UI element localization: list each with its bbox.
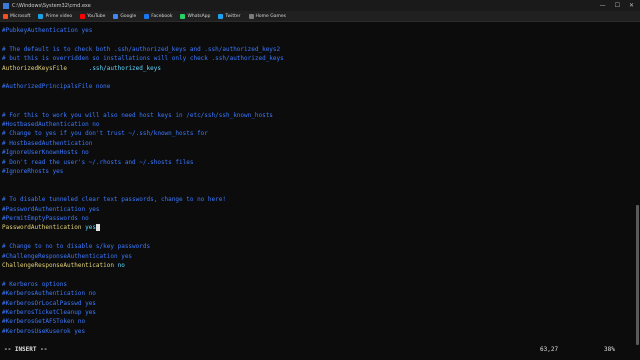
comment-text: # Don't read the user's ~/.rhosts and ~/… [2, 158, 194, 166]
code-line: # The default is to check both .ssh/auth… [2, 46, 280, 54]
config-value: no [113, 262, 125, 269]
comment-text: #KerberosGetAFSToken no [2, 318, 86, 326]
status-bar: -- INSERT -- 63,27 38% [0, 345, 640, 355]
code-line: PasswordAuthentication yes [2, 224, 100, 232]
code-line: # HostbasedAuthentication [2, 140, 92, 148]
bookmark-item[interactable]: WhatsApp [177, 12, 213, 20]
bookmark-favicon-icon [248, 13, 254, 19]
minimize-button[interactable]: — [600, 2, 606, 9]
comment-text: # Change to yes if you don't trust ~/.ss… [2, 130, 208, 138]
bookmark-item[interactable]: Facebook [141, 12, 175, 20]
comment-text: #KerberosTicketCleanup yes [2, 309, 96, 316]
comment-text: # HostbasedAuthentication [2, 139, 93, 147]
bookmark-label: Microsoft [10, 13, 31, 19]
maximize-button[interactable]: ☐ [615, 2, 620, 9]
code-line: # but this is overridden so installation… [2, 55, 284, 63]
bookmark-label: Google [120, 13, 137, 19]
bookmark-favicon-icon [80, 13, 86, 19]
bookmark-item[interactable]: YouTube [77, 12, 108, 20]
comment-text: #HostbasedAuthentication no [2, 121, 100, 128]
bookmarks-bar: Microsoft Prime video YouTube Google Faceboo… [0, 11, 640, 22]
bookmark-label: Facebook [151, 13, 173, 19]
code-line: #KerberosAuthentication no [2, 290, 96, 298]
config-value: .ssh/authorized_keys [67, 64, 161, 72]
code-line: #ChallengeResponseAuthentication yes [2, 253, 132, 261]
cursor-position: 63,27 [540, 346, 559, 353]
comment-text: # To disable tunneled clear text passwor… [2, 196, 226, 204]
bookmark-label: WhatsApp [187, 13, 211, 19]
mode-indicator: -- INSERT -- [4, 346, 48, 353]
bookmark-favicon-icon [38, 13, 44, 19]
code-line: #IgnoreRhosts yes [2, 168, 63, 176]
terminal-icon [3, 2, 9, 9]
code-line: #PubkeyAuthentication yes [2, 27, 92, 35]
bookmark-label: Twitter [225, 13, 241, 19]
bookmark-item[interactable]: Google [110, 12, 139, 20]
comment-text: # Change to no to disable s/key password… [2, 243, 151, 251]
close-button[interactable]: ✕ [629, 2, 634, 9]
window-controls: — ☐ ✕ [600, 2, 634, 9]
code-line: #AuthorizedPrincipalsFile none [2, 83, 110, 91]
comment-text: #KerberosAuthentication no [2, 290, 96, 298]
comment-text: #KerberosUseKuserok yes [2, 327, 86, 335]
comment-text: # Kerberos options [2, 280, 68, 288]
config-key: AuthorizedKeysFile [2, 64, 68, 72]
bookmark-favicon-icon [180, 13, 186, 19]
code-line: #PermitEmptyPasswords no [2, 215, 89, 223]
comment-text: #PubkeyAuthentication yes [2, 27, 93, 34]
code-line: # Kerberos options [2, 281, 67, 289]
code-line: #HostbasedAuthentication no [2, 121, 100, 129]
code-line: #KerberosTicketCleanup yes [2, 309, 96, 317]
comment-text: #IgnoreUserKnownHosts no [2, 149, 89, 157]
comment-text: # but this is overridden so installation… [2, 55, 284, 63]
code-line: AuthorizedKeysFile .ssh/authorized_keys [2, 65, 161, 73]
code-line: #KerberosGetAFSToken no [2, 318, 85, 326]
code-line: # Change to no to disable s/key password… [2, 243, 150, 251]
bookmark-favicon-icon [144, 13, 150, 19]
bookmark-item[interactable]: Home Games [246, 12, 289, 20]
bookmark-favicon-icon [113, 13, 119, 19]
comment-text: # The default is to check both .ssh/auth… [2, 45, 281, 53]
bookmark-label: Prime video [45, 13, 73, 19]
comment-text: #IgnoreRhosts yes [2, 168, 64, 175]
bookmark-item[interactable]: Microsoft [0, 12, 33, 20]
scrollbar[interactable] [636, 205, 639, 345]
comment-text: #PasswordAuthentication yes [2, 205, 100, 213]
bookmark-item[interactable]: Twitter [215, 12, 243, 20]
comment-text: # For this to work you will also need ho… [2, 111, 273, 119]
comment-text: #ChallengeResponseAuthentication yes [2, 252, 133, 260]
window-title: C:\Windows\System32\cmd.exe [12, 2, 91, 9]
code-line: ChallengeResponseAuthentication no [2, 262, 125, 270]
code-line: # Don't read the user's ~/.rhosts and ~/… [2, 159, 193, 167]
bookmark-label: YouTube [87, 13, 106, 19]
code-line: # Change to yes if you don't trust ~/.ss… [2, 130, 208, 138]
text-cursor [95, 224, 100, 232]
code-line: #KerberosOrLocalPasswd yes [2, 300, 96, 308]
code-line: #PasswordAuthentication yes [2, 206, 100, 214]
config-value: yes [81, 224, 96, 232]
bookmark-favicon-icon [218, 13, 224, 19]
comment-text: #PermitEmptyPasswords no [2, 215, 89, 222]
title-bar: C:\Windows\System32\cmd.exe — ☐ ✕ [0, 0, 640, 11]
code-line: # For this to work you will also need ho… [2, 112, 273, 120]
bookmark-label: Home Games [255, 13, 286, 19]
comment-text: #KerberosOrLocalPasswd yes [2, 299, 96, 307]
bookmark-favicon-icon [3, 13, 8, 19]
scroll-percent: 38% [604, 346, 615, 353]
config-key: ChallengeResponseAuthentication [2, 262, 114, 269]
code-line: #IgnoreUserKnownHosts no [2, 149, 89, 157]
code-line: #KerberosUseKuserok yes [2, 328, 85, 336]
config-key: PasswordAuthentication [2, 224, 82, 232]
vim-editor[interactable]: #PubkeyAuthentication yes # The default i… [0, 23, 640, 345]
code-line: # To disable tunneled clear text passwor… [2, 196, 226, 204]
comment-text: #AuthorizedPrincipalsFile none [2, 83, 111, 91]
bookmark-item[interactable]: Prime video [35, 12, 75, 20]
